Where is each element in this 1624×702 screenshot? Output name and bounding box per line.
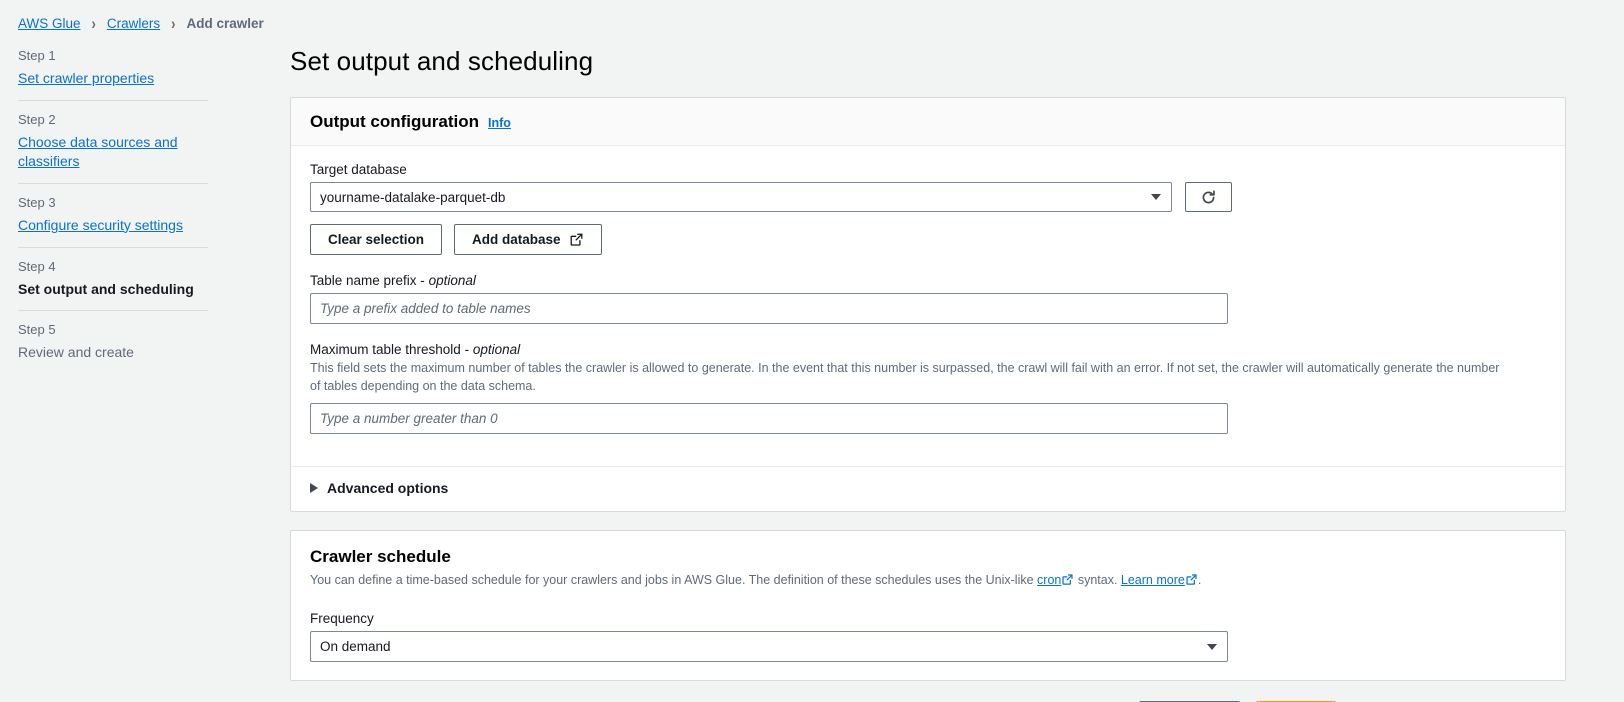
cron-link[interactable]: cron <box>1037 573 1061 587</box>
clear-selection-button[interactable]: Clear selection <box>310 224 442 255</box>
output-configuration-body: Target database yourname-datalake-parque… <box>291 146 1565 452</box>
crawler-schedule-heading: Crawler schedule <box>310 547 1546 567</box>
external-link-icon <box>1062 574 1073 585</box>
sidebar-link-set-crawler-properties[interactable]: Set crawler properties <box>18 70 154 86</box>
external-link-icon <box>1186 574 1197 585</box>
target-database-label: Target database <box>310 162 1546 177</box>
wizard-steps-sidebar: Step 1 Set crawler properties Step 2 Cho… <box>0 34 230 374</box>
maximum-table-threshold-optional: optional <box>473 342 520 357</box>
chevron-down-icon <box>1151 194 1161 200</box>
sidebar-step-2: Step 2 Choose data sources and classifie… <box>18 100 208 183</box>
maximum-table-threshold-field: Maximum table threshold - optional This … <box>310 342 1546 434</box>
learn-more-link[interactable]: Learn more <box>1121 573 1185 587</box>
refresh-databases-button[interactable] <box>1185 182 1232 212</box>
page-title: Set output and scheduling <box>290 46 1624 77</box>
breadcrumb-item-add-crawler: Add crawler <box>186 16 263 31</box>
crawler-schedule-body: Frequency On demand <box>291 589 1565 680</box>
table-name-prefix-input[interactable] <box>310 293 1228 324</box>
sidebar-step-5: Step 5 Review and create <box>18 310 208 374</box>
external-link-icon <box>570 233 583 246</box>
maximum-table-threshold-description: This field sets the maximum number of ta… <box>310 359 1510 395</box>
frequency-value: On demand <box>320 639 391 654</box>
main-content: Set output and scheduling Output configu… <box>230 34 1624 699</box>
frequency-label: Frequency <box>310 611 1546 626</box>
output-configuration-info-link[interactable]: Info <box>488 116 511 130</box>
sidebar-step-4: Step 4 Set output and scheduling <box>18 247 208 311</box>
add-database-button[interactable]: Add database <box>454 224 602 255</box>
advanced-options-section: Advanced options <box>291 466 1565 511</box>
crawler-schedule-description-part1: You can define a time-based schedule for… <box>310 573 1037 587</box>
target-database-value: yourname-datalake-parquet-db <box>320 190 505 205</box>
maximum-table-threshold-input[interactable] <box>310 403 1228 434</box>
sidebar-step-3: Step 3 Configure security settings <box>18 183 208 247</box>
sidebar-step-2-title: Choose data sources and classifiers <box>18 133 208 171</box>
table-name-prefix-label: Table name prefix - optional <box>310 273 1546 288</box>
sidebar-step-1-title: Set crawler properties <box>18 69 208 88</box>
sidebar-step-1-number: Step 1 <box>18 48 208 63</box>
maximum-table-threshold-label-text: Maximum table threshold - <box>310 342 473 357</box>
table-name-prefix-optional: optional <box>429 273 476 288</box>
crawler-schedule-description: You can define a time-based schedule for… <box>310 573 1546 587</box>
sidebar-step-1: Step 1 Set crawler properties <box>18 44 208 100</box>
sidebar-link-choose-data-sources[interactable]: Choose data sources and classifiers <box>18 134 178 169</box>
breadcrumb-item-aws-glue[interactable]: AWS Glue <box>18 16 81 31</box>
add-database-label: Add database <box>472 232 561 247</box>
table-name-prefix-field: Table name prefix - optional <box>310 273 1546 324</box>
crawler-schedule-description-part2: syntax. <box>1074 573 1121 587</box>
sidebar-step-2-number: Step 2 <box>18 112 208 127</box>
chevron-down-icon <box>1207 644 1217 650</box>
sidebar-step-3-title: Configure security settings <box>18 216 208 235</box>
frequency-field: Frequency On demand <box>310 611 1546 662</box>
breadcrumb-item-crawlers[interactable]: Crawlers <box>107 16 160 31</box>
breadcrumb-separator-icon: › <box>169 14 177 33</box>
refresh-icon <box>1200 189 1217 206</box>
crawler-schedule-container: Crawler schedule You can define a time-b… <box>290 530 1566 681</box>
sidebar-step-4-number: Step 4 <box>18 259 208 274</box>
breadcrumb: AWS Glue › Crawlers › Add crawler <box>0 0 1624 34</box>
output-configuration-container: Output configuration Info Target databas… <box>290 97 1566 512</box>
advanced-options-expander[interactable]: Advanced options <box>310 480 448 496</box>
sidebar-step-5-title: Review and create <box>18 343 208 362</box>
output-configuration-heading: Output configuration <box>310 112 479 132</box>
page-layout: Step 1 Set crawler properties Step 2 Cho… <box>0 34 1624 699</box>
target-database-select[interactable]: yourname-datalake-parquet-db <box>310 182 1172 212</box>
crawler-schedule-header: Crawler schedule You can define a time-b… <box>291 531 1565 587</box>
crawler-schedule-description-part3: . <box>1198 573 1201 587</box>
sidebar-link-configure-security-settings[interactable]: Configure security settings <box>18 217 183 233</box>
maximum-table-threshold-label: Maximum table threshold - optional <box>310 342 1546 357</box>
target-database-row: yourname-datalake-parquet-db <box>310 182 1546 212</box>
output-configuration-header: Output configuration Info <box>291 98 1565 146</box>
table-name-prefix-label-text: Table name prefix - <box>310 273 429 288</box>
advanced-options-label: Advanced options <box>327 480 448 496</box>
triangle-right-icon <box>310 483 318 493</box>
breadcrumb-separator-icon: › <box>90 14 98 33</box>
frequency-select[interactable]: On demand <box>310 631 1228 662</box>
sidebar-step-4-title: Set output and scheduling <box>18 280 208 299</box>
target-database-field: Target database yourname-datalake-parque… <box>310 162 1546 255</box>
database-actions-row: Clear selection Add database <box>310 224 1546 255</box>
sidebar-step-3-number: Step 3 <box>18 195 208 210</box>
sidebar-step-5-number: Step 5 <box>18 322 208 337</box>
